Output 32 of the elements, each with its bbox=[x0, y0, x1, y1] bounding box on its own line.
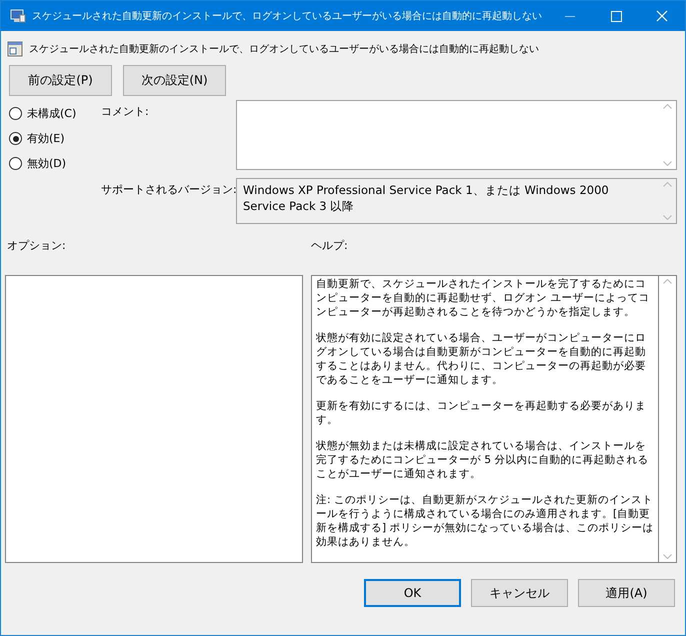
scroll-down-icon[interactable] bbox=[663, 215, 672, 220]
radio-label[interactable]: 無効(D) bbox=[27, 156, 66, 171]
help-paragraph: 注: このポリシーは、自動更新がスケジュールされた更新のインストールを行うように構成されている場合にのみ適用されます。[自動更新を構成する] ポリシーが無効になっている場合は、このポリシーは効果はありません。 bbox=[316, 493, 654, 549]
radio-label[interactable]: 有効(E) bbox=[27, 131, 65, 146]
scroll-down-icon[interactable] bbox=[663, 554, 672, 559]
policy-title: スケジュールされた自動更新のインストールで、ログオンしているユーザーがいる場合には自動的に再起動しない bbox=[29, 42, 539, 56]
window-title: スケジュールされた自動更新のインストールで、ログオンしているユーザーがいる場合には自動的に再起動しない bbox=[32, 10, 543, 23]
scroll-up-icon[interactable] bbox=[663, 182, 672, 187]
options-label: オプション: bbox=[7, 238, 67, 253]
help-paragraph: 状態が無効または未構成に設定されている場合は、インストールを完了するためにコンピューターが 5 分以内に自動的に再起動されることがユーザーに通知されます。 bbox=[316, 439, 650, 481]
computer-icon bbox=[10, 9, 26, 23]
dialog-button[interactable]: キャンセル bbox=[471, 579, 568, 607]
scroll-up-icon[interactable] bbox=[663, 279, 672, 284]
comment-field[interactable] bbox=[236, 100, 677, 170]
radio-button[interactable] bbox=[9, 157, 22, 170]
dialog-button[interactable]: OK bbox=[364, 579, 461, 607]
policy-icon bbox=[7, 41, 23, 57]
radio-label[interactable]: 未構成(C) bbox=[27, 106, 76, 121]
help-paragraph: 自動更新で、スケジュールされたインストールを完了するためにコンピューターを自動的に再起動せず、ログオン ユーザーによってコンピューターが再起動されることを待つかどうかを指定します。 bbox=[316, 277, 650, 319]
comment-label: コメント: bbox=[101, 104, 150, 120]
help-paragraph: 状態が有効に設定されている場合、ユーザーがコンピューターにログオンしている場合は自動更新がコンピューターを自動的に再起動することはありません。代わりに、コンピューターの再起動が必要であることをユーザーに通知します。 bbox=[316, 331, 647, 387]
help-label: ヘルプ: bbox=[311, 238, 348, 253]
nav-button[interactable]: 次の設定(N) bbox=[123, 65, 226, 96]
radio-button[interactable] bbox=[9, 107, 22, 120]
radio-button[interactable] bbox=[9, 132, 22, 145]
nav-button[interactable]: 前の設定(P) bbox=[9, 65, 112, 96]
scroll-up-icon[interactable] bbox=[663, 104, 672, 109]
help-paragraph: 更新を有効にするには、コンピューターを再起動する必要があります。 bbox=[316, 399, 647, 427]
supported-text: Windows XP Professional Service Pack 1、または Windows 2000 Service Pack 3 以降 bbox=[242, 182, 610, 215]
scroll-down-icon[interactable] bbox=[663, 161, 672, 166]
dialog-button[interactable]: 適用(A) bbox=[578, 579, 675, 607]
supported-label: サポートされるバージョン: bbox=[101, 182, 236, 198]
